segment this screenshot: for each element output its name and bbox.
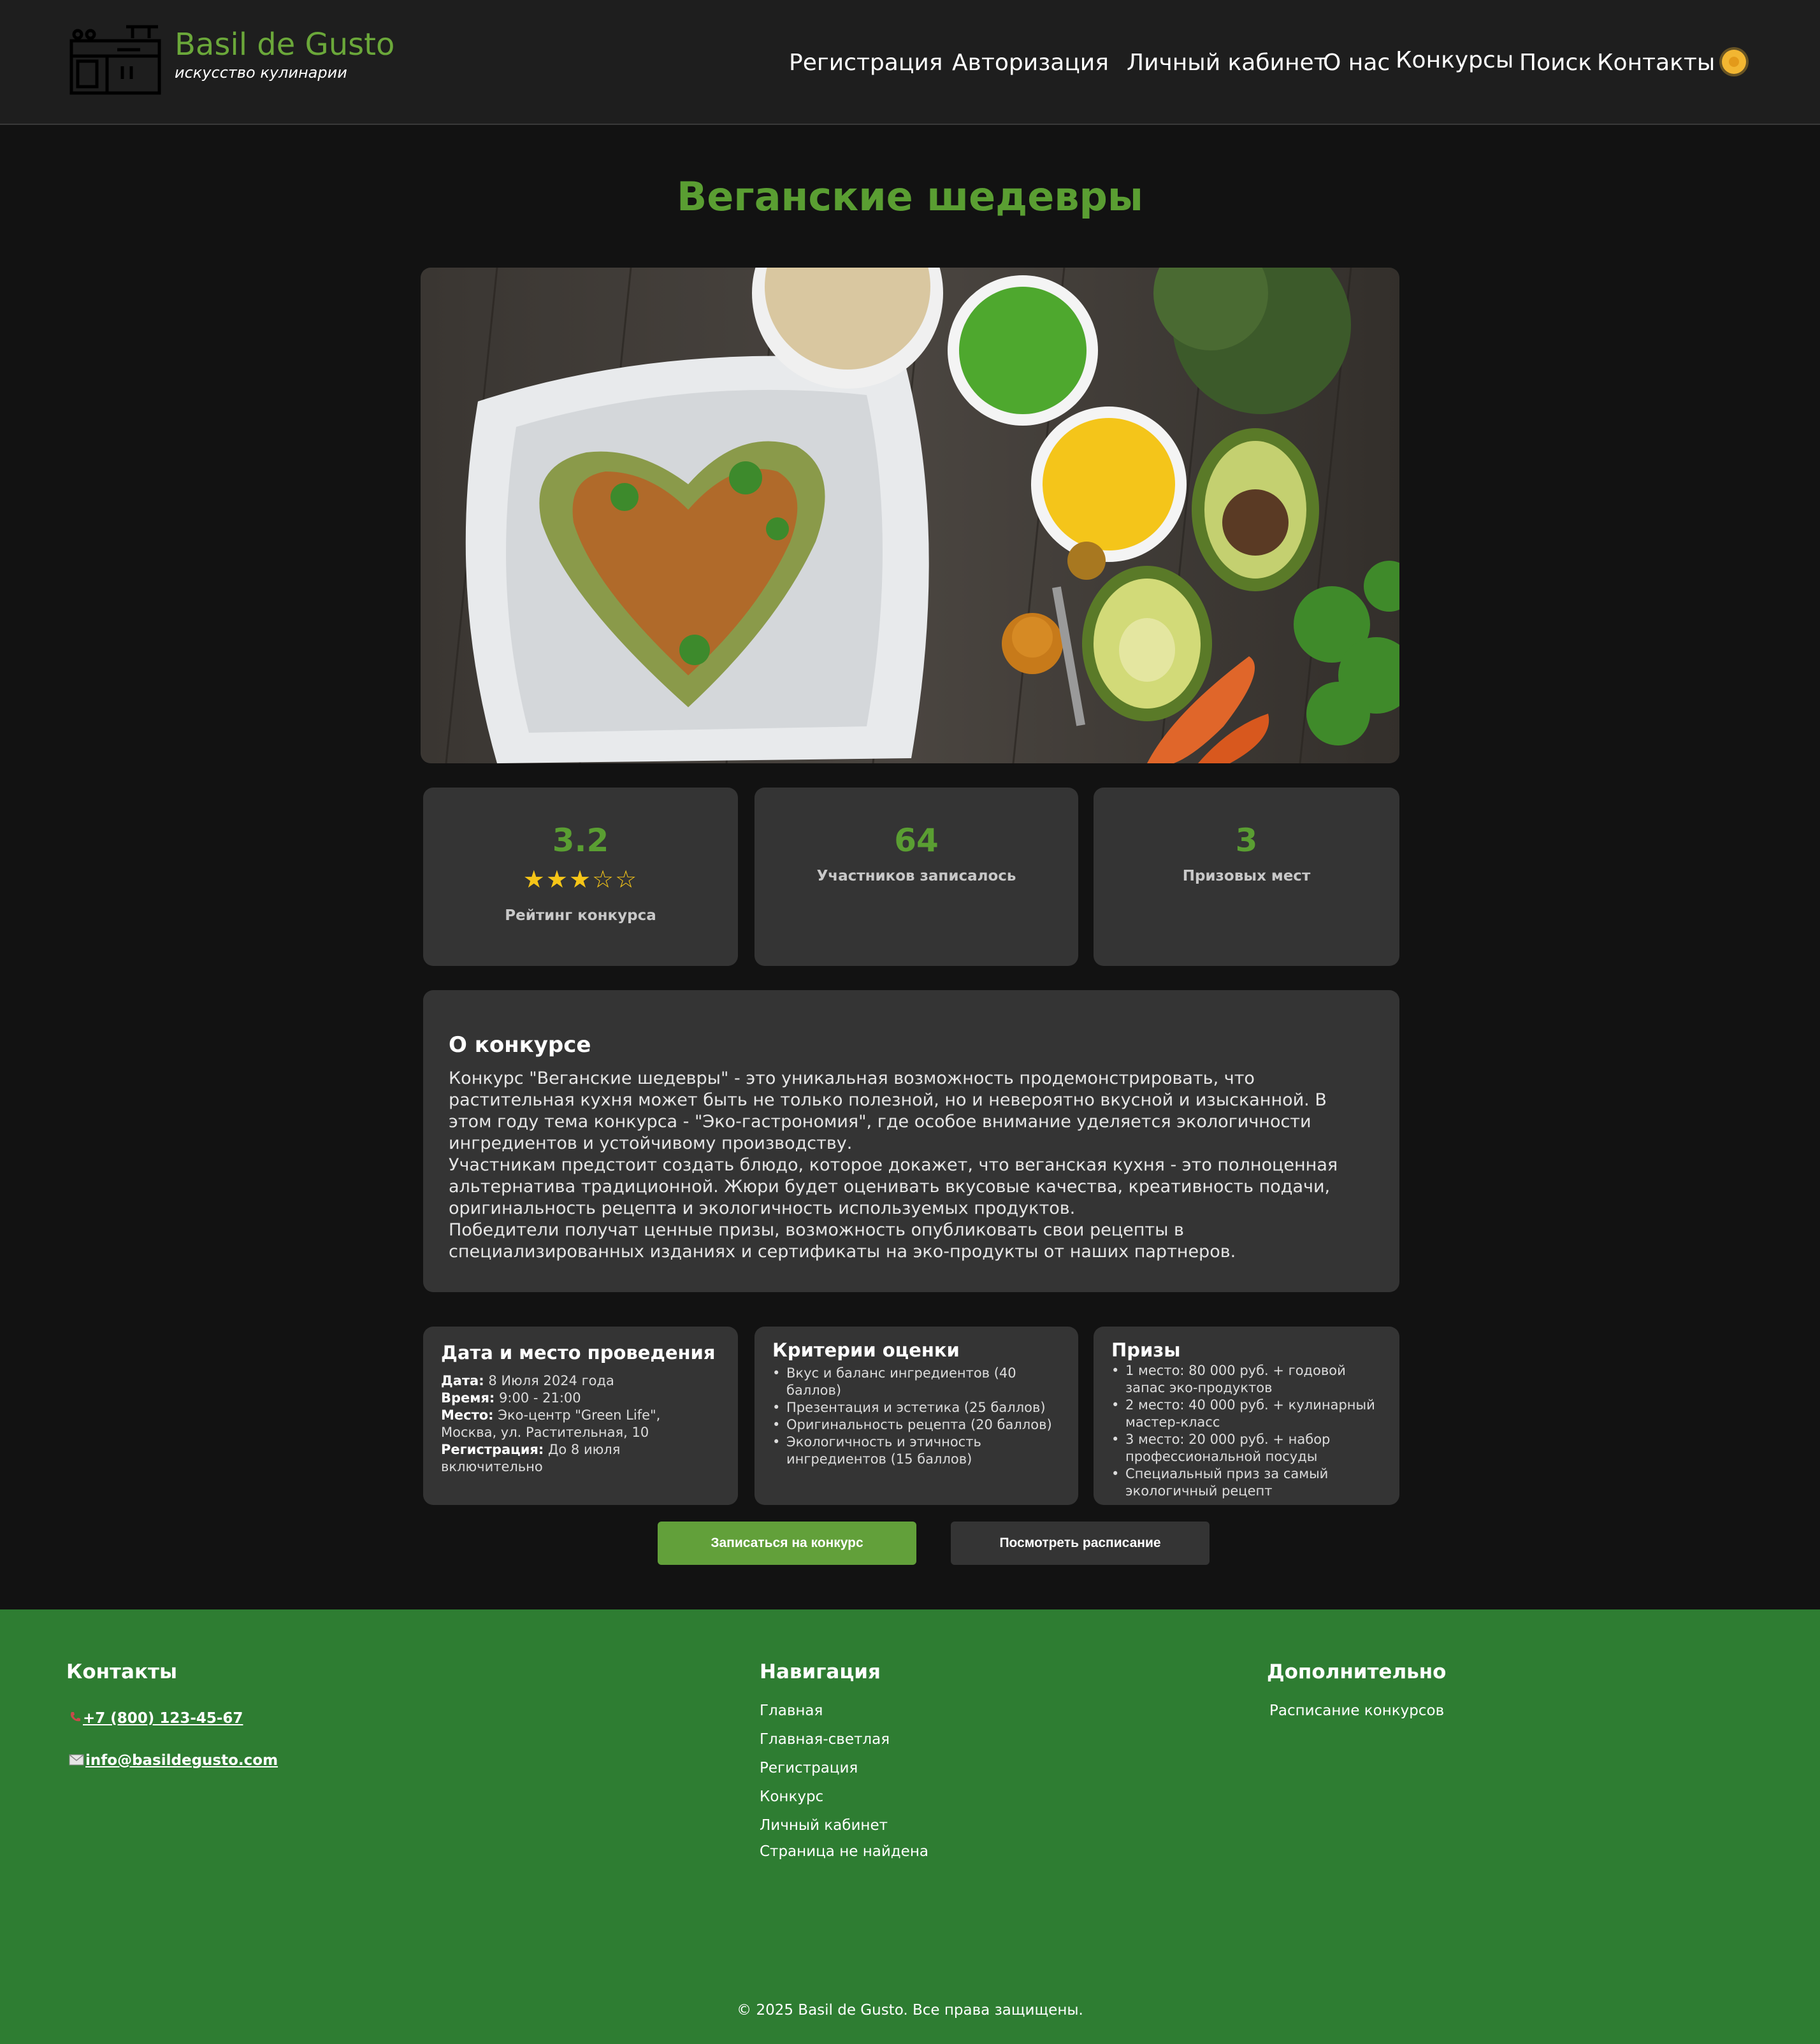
nav-contacts[interactable]: Контакты	[1597, 50, 1715, 76]
criteria-item: Презентация и эстетика (25 баллов)	[772, 1399, 1060, 1416]
footer-phone-link[interactable]: +7 (800) 123-45-67	[69, 1710, 243, 1727]
signup-button[interactable]: Записаться на конкурс	[658, 1522, 916, 1565]
footer-email: info@basildegusto.com	[85, 1752, 278, 1769]
prizes-list: 1 место: 80 000 руб. + годовой запас эко…	[1111, 1362, 1382, 1500]
footer-nav-home-light[interactable]: Главная-светлая	[760, 1731, 890, 1748]
prizes-count-card: 3 Призовых мест	[1094, 788, 1399, 966]
nav-account[interactable]: Личный кабинет	[1127, 50, 1327, 76]
prize-item: 3 место: 20 000 руб. + набор профессиона…	[1111, 1431, 1382, 1465]
about-contest-section: О конкурсе Конкурс "Веганские шедевры" -…	[423, 990, 1399, 1292]
prize-item: 1 место: 80 000 руб. + годовой запас эко…	[1111, 1362, 1382, 1397]
criteria-list: Вкус и баланс ингредиентов (40 баллов) П…	[772, 1365, 1060, 1468]
hero-image	[421, 268, 1399, 763]
participants-label: Участников записалось	[816, 868, 1016, 884]
rating-card: 3.2 ★★★☆☆ Рейтинг конкурса	[423, 788, 738, 966]
about-paragraph-3: Победители получат ценные призы, возможн…	[449, 1220, 1236, 1262]
view-schedule-button[interactable]: Посмотреть расписание	[951, 1522, 1210, 1565]
date-value: 8 Июля 2024 года	[488, 1373, 614, 1388]
prize-item: Специальный приз за самый экологичный ре…	[1111, 1465, 1382, 1500]
prizes-card: Призы 1 место: 80 000 руб. + годовой зап…	[1094, 1327, 1399, 1505]
brand-name[interactable]: Basil de Gusto	[175, 27, 394, 62]
copyright: © 2025 Basil de Gusto. Все права защищен…	[737, 2002, 1083, 2019]
site-footer: Контакты +7 (800) 123-45-67 info@basilde…	[0, 1609, 1820, 2044]
nav-about[interactable]: О нас	[1323, 50, 1390, 76]
footer-nav-heading: Навигация	[760, 1660, 881, 1683]
date-place-card: Дата и место проведения Дата: 8 Июля 202…	[423, 1327, 738, 1505]
nav-search[interactable]: Поиск	[1519, 50, 1592, 76]
registration-label: Регистрация:	[441, 1442, 544, 1457]
vegan-dish-illustration	[421, 268, 1399, 763]
star-empty-icon: ☆	[615, 865, 639, 893]
date-line: Дата: 8 Июля 2024 года	[441, 1372, 720, 1390]
criteria-card: Критерии оценки Вкус и баланс ингредиент…	[755, 1327, 1078, 1505]
participants-value: 64	[894, 822, 939, 859]
footer-phone: +7 (800) 123-45-67	[83, 1710, 243, 1727]
page-title: Веганские шедевры	[677, 173, 1143, 220]
place-line: Место: Эко-центр "Green Life", Москва, у…	[441, 1407, 720, 1441]
footer-email-link[interactable]: info@basildegusto.com	[69, 1752, 278, 1769]
footer-nav-contest[interactable]: Конкурс	[760, 1788, 823, 1805]
footer-nav-not-found[interactable]: Страница не найдена	[760, 1843, 928, 1860]
about-paragraph-2: Участникам предстоит создать блюдо, кото…	[449, 1155, 1338, 1218]
brand-tagline: искусство кулинарии	[175, 64, 347, 82]
footer-contest-schedule-link[interactable]: Расписание конкурсов	[1269, 1702, 1444, 1719]
footer-nav-account[interactable]: Личный кабинет	[760, 1817, 888, 1834]
phone-icon	[69, 1711, 82, 1727]
time-line: Время: 9:00 - 21:00	[441, 1390, 720, 1407]
time-value: 9:00 - 21:00	[499, 1390, 581, 1406]
criteria-item: Экологичность и этичность ингредиентов (…	[772, 1434, 1060, 1468]
rating-value: 3.2	[552, 822, 609, 859]
prize-item: 2 место: 40 000 руб. + кулинарный мастер…	[1111, 1397, 1382, 1431]
site-header: Basil de Gusto искусство кулинарии Регис…	[0, 0, 1820, 125]
star-filled-icon: ★	[568, 865, 593, 893]
star-empty-icon: ☆	[592, 865, 616, 893]
criteria-item: Вкус и баланс ингредиентов (40 баллов)	[772, 1365, 1060, 1399]
criteria-heading: Критерии оценки	[772, 1339, 960, 1361]
about-paragraph-1: Конкурс "Веганские шедевры" - это уникал…	[449, 1069, 1327, 1153]
star-filled-icon: ★	[523, 865, 546, 893]
kitchen-stove-logo-icon[interactable]	[69, 22, 162, 96]
time-label: Время:	[441, 1390, 495, 1406]
place-label: Место:	[441, 1407, 494, 1423]
criteria-item: Оригинальность рецепта (20 баллов)	[772, 1416, 1060, 1434]
footer-extra-heading: Дополнительно	[1267, 1660, 1447, 1683]
prizes-count-label: Призовых мест	[1182, 868, 1311, 884]
footer-nav-register[interactable]: Регистрация	[760, 1760, 858, 1776]
date-label: Дата:	[441, 1373, 484, 1388]
envelope-icon	[69, 1753, 84, 1769]
rating-label: Рейтинг конкурса	[505, 907, 656, 924]
registration-line: Регистрация: До 8 июля включительно	[441, 1441, 720, 1476]
date-place-heading: Дата и место проведения	[441, 1342, 716, 1364]
nav-register[interactable]: Регистрация	[789, 50, 942, 76]
sun-icon[interactable]	[1722, 50, 1746, 74]
rating-stars: ★★★☆☆	[423, 865, 738, 893]
star-filled-icon: ★	[545, 865, 569, 893]
participants-card: 64 Участников записалось	[755, 788, 1078, 966]
prizes-count-value: 3	[1235, 822, 1258, 859]
prizes-heading: Призы	[1111, 1339, 1181, 1361]
nav-contests[interactable]: Конкурсы	[1396, 47, 1513, 73]
nav-login[interactable]: Авторизация	[952, 50, 1109, 76]
footer-nav-home[interactable]: Главная	[760, 1702, 823, 1719]
about-heading: О конкурсе	[449, 1032, 591, 1058]
footer-contacts-heading: Контакты	[66, 1660, 177, 1683]
